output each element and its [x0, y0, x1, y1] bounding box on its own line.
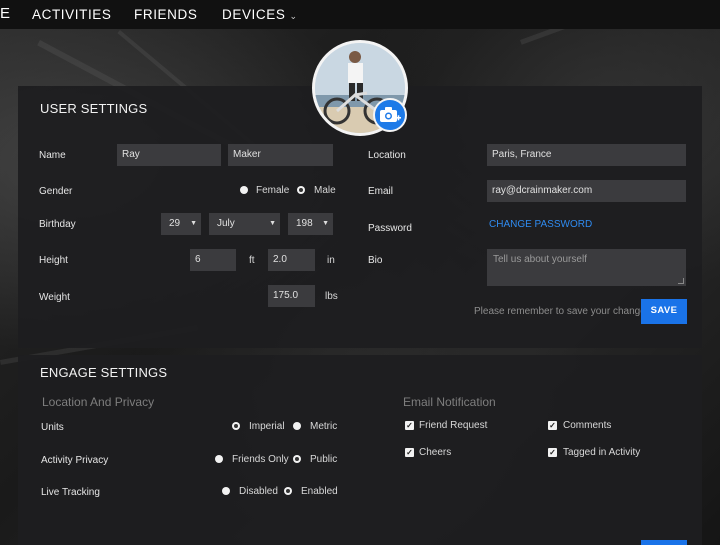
live-tracking-disabled-label: Disabled: [239, 486, 278, 497]
save-hint: Please remember to save your changes: [474, 306, 651, 317]
change-photo-button[interactable]: [373, 98, 407, 132]
email-label: Email: [368, 186, 394, 197]
gender-male-radio[interactable]: [297, 186, 305, 194]
height-ft-input[interactable]: 6: [190, 249, 236, 271]
live-tracking-disabled-radio[interactable]: [222, 487, 230, 495]
cheers-checkbox[interactable]: ✓: [405, 448, 414, 457]
user-settings-title: USER SETTINGS: [40, 101, 148, 116]
brand-logo-fragment[interactable]: E: [0, 5, 11, 22]
units-metric-radio[interactable]: [293, 422, 301, 430]
privacy-public-label: Public: [310, 454, 338, 465]
first-name-input[interactable]: Ray: [117, 144, 221, 166]
birthday-label: Birthday: [39, 219, 76, 230]
location-privacy-heading: Location And Privacy: [42, 395, 155, 409]
nav-friends[interactable]: FRIENDS: [134, 7, 197, 22]
change-password-link[interactable]: CHANGE PASSWORD: [489, 219, 592, 230]
birthday-day-select[interactable]: 29 ▼: [161, 213, 201, 235]
top-nav: E ACTIVITIES FRIENDS DEVICES ⌄: [0, 0, 720, 29]
gender-female-radio[interactable]: [240, 186, 248, 194]
chevron-down-icon: ▼: [190, 220, 197, 227]
nav-devices-label: DEVICES: [222, 7, 286, 22]
comments-label: Comments: [563, 420, 612, 431]
name-label: Name: [39, 150, 66, 161]
height-in-unit: in: [327, 255, 335, 266]
height-ft-unit: ft: [249, 255, 255, 266]
weight-label: Weight: [39, 292, 70, 303]
units-imperial-label: Imperial: [249, 421, 285, 432]
gender-female-label: Female: [256, 185, 290, 196]
email-notification-heading: Email Notification: [403, 395, 496, 409]
tagged-in-activity-label: Tagged in Activity: [563, 447, 641, 458]
activity-privacy-label: Activity Privacy: [41, 455, 109, 466]
friend-request-checkbox[interactable]: ✓: [405, 421, 414, 430]
tagged-in-activity-checkbox[interactable]: ✓: [548, 448, 557, 457]
last-name-input[interactable]: Maker: [228, 144, 333, 166]
email-input[interactable]: ray@dcrainmaker.com: [487, 180, 686, 202]
engage-save-button[interactable]: [641, 540, 687, 545]
birthday-month-value: July: [217, 218, 235, 229]
save-button[interactable]: SAVE: [641, 299, 687, 324]
live-tracking-enabled-radio[interactable]: [284, 487, 292, 495]
friend-request-label: Friend Request: [419, 420, 488, 431]
bio-placeholder: Tell us about yourself: [493, 254, 587, 265]
resize-handle-icon[interactable]: [678, 278, 684, 284]
gender-label: Gender: [39, 186, 73, 197]
bio-textarea[interactable]: Tell us about yourself: [487, 249, 686, 286]
weight-unit: lbs: [325, 291, 338, 302]
height-in-input[interactable]: 2.0: [268, 249, 315, 271]
password-label: Password: [368, 223, 412, 234]
bio-label: Bio: [368, 255, 383, 266]
privacy-friends-only-label: Friends Only: [232, 454, 289, 465]
units-metric-label: Metric: [310, 421, 338, 432]
nav-devices[interactable]: DEVICES ⌄: [222, 7, 298, 22]
birthday-month-select[interactable]: July ▼: [209, 213, 280, 235]
birthday-year-select[interactable]: 198 ▼: [288, 213, 333, 235]
units-label: Units: [41, 422, 64, 433]
comments-checkbox[interactable]: ✓: [548, 421, 557, 430]
height-label: Height: [39, 255, 68, 266]
chevron-down-icon: ▼: [322, 220, 329, 227]
privacy-public-radio[interactable]: [293, 455, 301, 463]
birthday-year-value: 198: [296, 218, 313, 229]
birthday-day-value: 29: [169, 218, 181, 229]
gender-male-label: Male: [314, 185, 336, 196]
privacy-friends-only-radio[interactable]: [215, 455, 223, 463]
engage-settings-title: ENGAGE SETTINGS: [40, 365, 168, 380]
units-imperial-radio[interactable]: [232, 422, 240, 430]
nav-activities[interactable]: ACTIVITIES: [32, 7, 112, 22]
engage-settings-panel: ENGAGE SETTINGS Location And Privacy Uni…: [18, 355, 702, 545]
location-label: Location: [368, 150, 406, 161]
camera-add-icon: [380, 107, 401, 122]
weight-input[interactable]: 175.0: [268, 285, 315, 307]
live-tracking-label: Live Tracking: [41, 487, 100, 498]
chevron-down-icon: ▼: [269, 220, 276, 227]
live-tracking-enabled-label: Enabled: [301, 486, 338, 497]
cheers-label: Cheers: [419, 447, 452, 458]
location-input[interactable]: Paris, France: [487, 144, 686, 166]
chevron-down-icon: ⌄: [289, 11, 298, 21]
